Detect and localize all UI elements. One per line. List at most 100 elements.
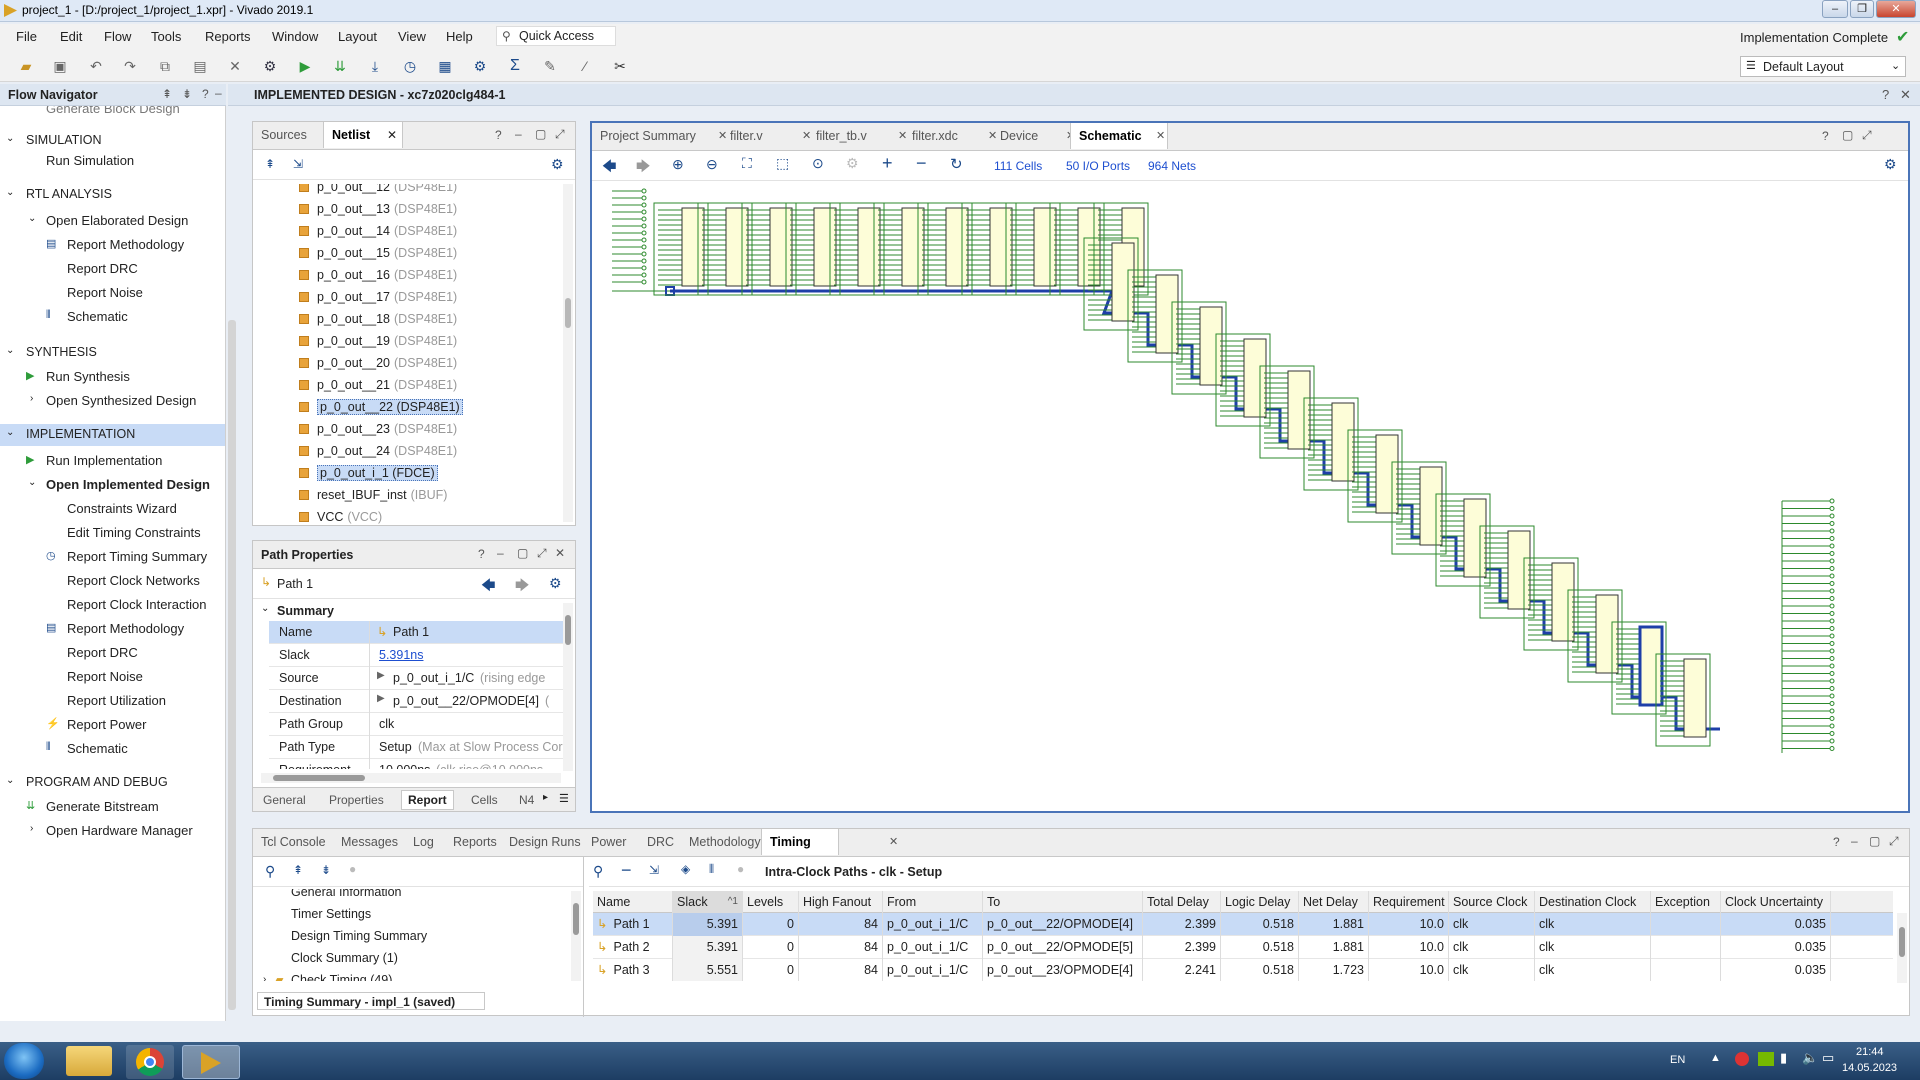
netlist-row[interactable]: p_0_out__17 (DSP48E1) [253, 286, 563, 308]
column-header[interactable]: Name [593, 891, 673, 913]
nets-count[interactable]: 964 Nets [1148, 159, 1196, 173]
netlist-row[interactable]: p_0_out__22 (DSP48E1) [253, 396, 563, 418]
chevron-down-icon[interactable]: ⌄ [6, 133, 14, 144]
chevron-down-icon[interactable]: ⌄ [6, 187, 14, 198]
tab-report[interactable]: Report [401, 790, 454, 810]
timing-tree-item[interactable]: Timer Settings [253, 903, 571, 925]
chevron-right-icon[interactable]: › [30, 393, 33, 404]
nav-item[interactable]: Constraints Wizard [0, 498, 225, 520]
volume-icon[interactable]: 🔈 [1802, 1050, 1818, 1066]
chevron-down-icon[interactable]: ⌄ [6, 427, 14, 438]
collapse-icon[interactable]: − [621, 860, 632, 881]
clock-date[interactable]: 14.05.2023 [1842, 1062, 1897, 1074]
netlist-row[interactable]: p_0_out__13 (DSP48E1) [253, 198, 563, 220]
report-icon[interactable]: ▦ [435, 56, 455, 76]
help-icon[interactable]: ? [1882, 87, 1889, 102]
start-button[interactable] [4, 1043, 44, 1079]
minimize-icon[interactable]: – [515, 127, 522, 141]
nav-item[interactable]: ⌄ Open Elaborated Design [0, 210, 225, 232]
zoom-fit-icon[interactable]: ⛶ [742, 155, 752, 172]
netlist-row[interactable]: p_0_out__18 (DSP48E1) [253, 308, 563, 330]
menu-file[interactable]: File [16, 29, 37, 44]
nav-item[interactable]: Report DRC [0, 258, 225, 280]
close-tab-icon[interactable]: ✕ [1156, 129, 1165, 142]
table-row[interactable]: ↳ Path 3 5.551 0 84 p_0_out_i_1/C p_0_out__23/… [593, 959, 1893, 981]
tab-timing[interactable]: Timing [761, 829, 839, 855]
stop-icon[interactable]: ● [349, 862, 356, 876]
timer-icon[interactable]: ◷ [400, 56, 420, 76]
settings-gear-icon[interactable]: ⚙ [551, 156, 564, 173]
program-icon[interactable]: ⤓ [365, 56, 385, 76]
column-header[interactable]: Levels [743, 891, 799, 913]
netlist-row[interactable]: p_0_out__12 (DSP48E1) [253, 184, 563, 198]
properties-vscroll[interactable] [563, 603, 573, 771]
property-row[interactable]: Requirement 10.000ns (clk rise@10.000ns [269, 759, 563, 769]
highlight-icon[interactable]: ◈ [681, 862, 690, 876]
table-row[interactable]: ↳ Path 2 5.391 0 84 p_0_out_i_1/C p_0_out__22/… [593, 936, 1893, 959]
nav-item[interactable]: ▶ Run Synthesis [0, 366, 225, 388]
nav-item[interactable]: Edit Timing Constraints [0, 522, 225, 544]
go-to-source-icon[interactable]: ⇲ [649, 863, 659, 877]
tab-filter-v[interactable]: filter.v [722, 123, 771, 149]
chevron-right-icon[interactable]: ▸ [543, 792, 548, 803]
cut-icon[interactable]: ✂ [610, 56, 630, 76]
schematic-icon[interactable]: ⫴ [709, 862, 714, 877]
property-row[interactable]: Slack 5.391ns [269, 644, 563, 667]
property-row[interactable]: Path Group clk [269, 713, 563, 736]
maximize-icon[interactable]: ⤢ [555, 127, 565, 142]
timing-tree-item[interactable]: › ▰ Check Timing (49) [253, 969, 571, 981]
chevron-right-icon[interactable]: › [263, 969, 266, 981]
expand-icon[interactable]: + [882, 153, 893, 174]
close-tab-icon[interactable]: ✕ [889, 835, 898, 848]
tab-tcl-console[interactable]: Tcl Console [253, 829, 334, 855]
help-icon[interactable]: ? [495, 128, 502, 142]
go-to-source-icon[interactable]: ⇲ [293, 157, 303, 171]
nav-item[interactable]: ⌄ Open Implemented Design [0, 474, 225, 496]
tab-filter-tb-v[interactable]: filter_tb.v [808, 123, 875, 149]
nav-item[interactable]: ⌄ SYNTHESIS [0, 342, 225, 364]
sigma-icon[interactable]: Σ [505, 56, 525, 76]
tree-scrollbar[interactable] [571, 891, 581, 981]
column-header[interactable]: Requirement [1369, 891, 1449, 913]
nav-item[interactable]: Report Noise [0, 282, 225, 304]
paths-scrollbar[interactable] [1897, 913, 1907, 983]
help-icon[interactable]: ? [1822, 129, 1829, 143]
nav-scrollbar[interactable] [228, 320, 236, 1010]
chevron-right-icon[interactable]: › [30, 823, 33, 834]
schematic-canvas[interactable] [592, 183, 1908, 811]
column-header[interactable]: Slack ^1 [673, 891, 743, 913]
tab-sources[interactable]: Sources [253, 122, 315, 148]
undo-icon[interactable]: ↶ [86, 56, 106, 76]
maximize-icon[interactable]: ⤢ [537, 546, 547, 561]
nav-item[interactable]: ▤ Report Methodology [0, 234, 225, 256]
layout-select[interactable]: ☰ Default Layout ⌄ [1740, 56, 1906, 77]
language-indicator[interactable]: EN [1670, 1054, 1685, 1066]
collapse-all-icon[interactable]: ⇞ [265, 157, 275, 171]
tab-methodology[interactable]: Methodology [681, 829, 769, 855]
chrome-icon[interactable] [126, 1045, 174, 1079]
expand-all-icon[interactable]: ⇟ [321, 863, 331, 877]
property-value[interactable]: 5.391ns [379, 648, 423, 662]
column-header[interactable]: From [883, 891, 983, 913]
minimize-panel-icon[interactable]: – [215, 86, 222, 100]
nav-item[interactable]: ⌄ IMPLEMENTATION [0, 424, 225, 446]
nav-item[interactable]: ⫴ Schematic [0, 306, 225, 328]
netlist-row[interactable]: p_0_out_i_1 (FDCE) [253, 462, 563, 484]
netlist-row[interactable]: p_0_out__14 (DSP48E1) [253, 220, 563, 242]
menu-help[interactable]: Help [446, 29, 473, 44]
tab-properties[interactable]: Properties [329, 793, 384, 807]
search-icon[interactable]: ⚲ [593, 863, 603, 880]
save-icon[interactable]: ▣ [50, 56, 70, 76]
settings-gear-icon[interactable]: ⚙ [1884, 156, 1897, 173]
quick-access-box[interactable]: ⚲ Quick Access [496, 26, 616, 46]
maximize-icon[interactable]: ⤢ [1889, 834, 1899, 849]
tab-schematic[interactable]: Schematic [1070, 123, 1168, 149]
zoom-in-icon[interactable]: ⊕ [672, 156, 684, 173]
back-icon[interactable]: 🡄 [602, 156, 616, 180]
chevron-down-icon[interactable]: ⌄ [28, 213, 36, 224]
menu-icon[interactable]: ☰ [559, 792, 569, 805]
delete-icon[interactable]: ✕ [225, 56, 245, 76]
column-header[interactable]: To [983, 891, 1143, 913]
menu-tools[interactable]: Tools [151, 29, 181, 44]
tab-cells[interactable]: Cells [471, 793, 498, 807]
